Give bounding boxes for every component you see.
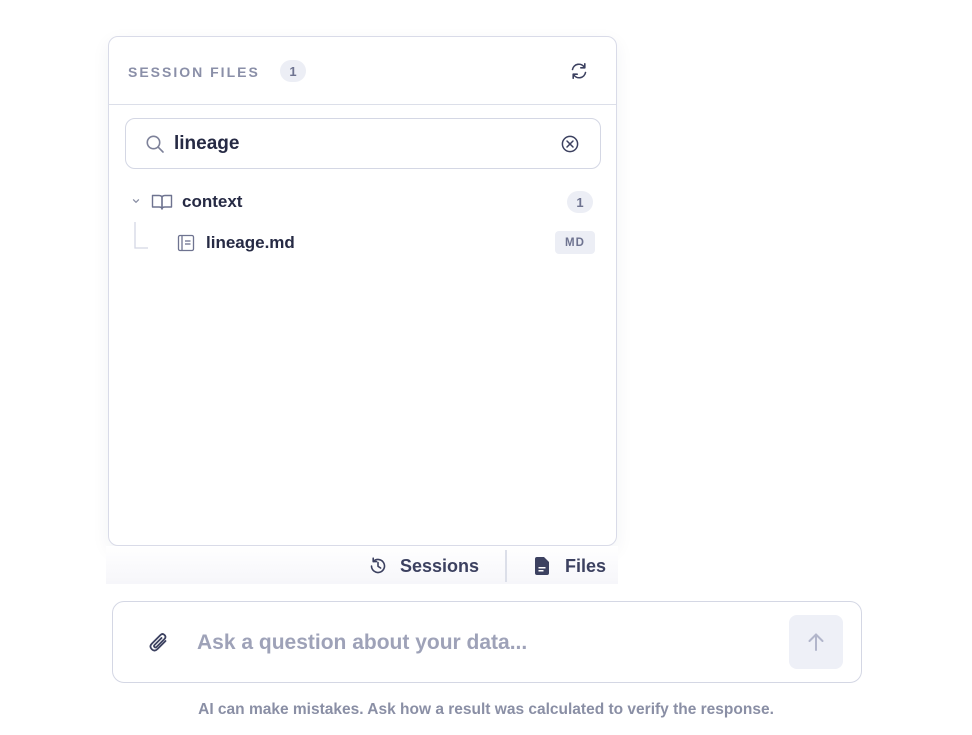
sessions-button[interactable]: Sessions — [368, 552, 479, 580]
folder-count-badge: 1 — [567, 191, 593, 213]
search-input[interactable] — [174, 131, 544, 157]
history-icon — [370, 557, 386, 574]
arrow-up-icon — [808, 633, 824, 651]
files-label: Files — [565, 555, 607, 576]
files-icon — [535, 557, 549, 575]
search-icon — [146, 135, 164, 153]
file-search-box — [125, 118, 601, 169]
file-count-badge: 1 — [280, 60, 306, 82]
book-icon — [151, 194, 173, 210]
refresh-button[interactable] — [567, 59, 591, 83]
file-label: lineage.md — [206, 233, 295, 252]
sessions-label: Sessions — [400, 555, 480, 576]
files-button[interactable]: Files — [533, 552, 606, 580]
toggle-divider — [505, 550, 507, 582]
app-stage: SESSION FILES 1 lineage context 1 lineag… — [0, 0, 972, 735]
view-toggle-bar: Sessions Files — [106, 546, 618, 584]
document-icon — [177, 234, 195, 252]
folder-label: context — [182, 192, 243, 211]
clear-search-icon[interactable] — [560, 134, 580, 154]
tree-connector — [134, 222, 148, 249]
tree-folder-context[interactable]: context 1 — [127, 189, 597, 215]
session-files-panel: SESSION FILES 1 lineage context 1 lineag… — [108, 36, 617, 546]
paperclip-icon[interactable] — [147, 630, 171, 656]
panel-header: SESSION FILES 1 — [109, 37, 616, 105]
refresh-icon — [571, 63, 587, 79]
ai-disclaimer: AI can make mistakes. Ask how a result w… — [198, 701, 774, 718]
send-button[interactable] — [789, 615, 843, 669]
tree-file-item[interactable]: lineage.md MD — [169, 231, 599, 257]
chevron-down-icon[interactable] — [131, 196, 141, 206]
chat-question-input[interactable] — [197, 628, 757, 658]
panel-title: SESSION FILES — [128, 64, 260, 80]
chat-input-box — [112, 601, 862, 683]
file-type-badge: MD — [555, 231, 595, 254]
